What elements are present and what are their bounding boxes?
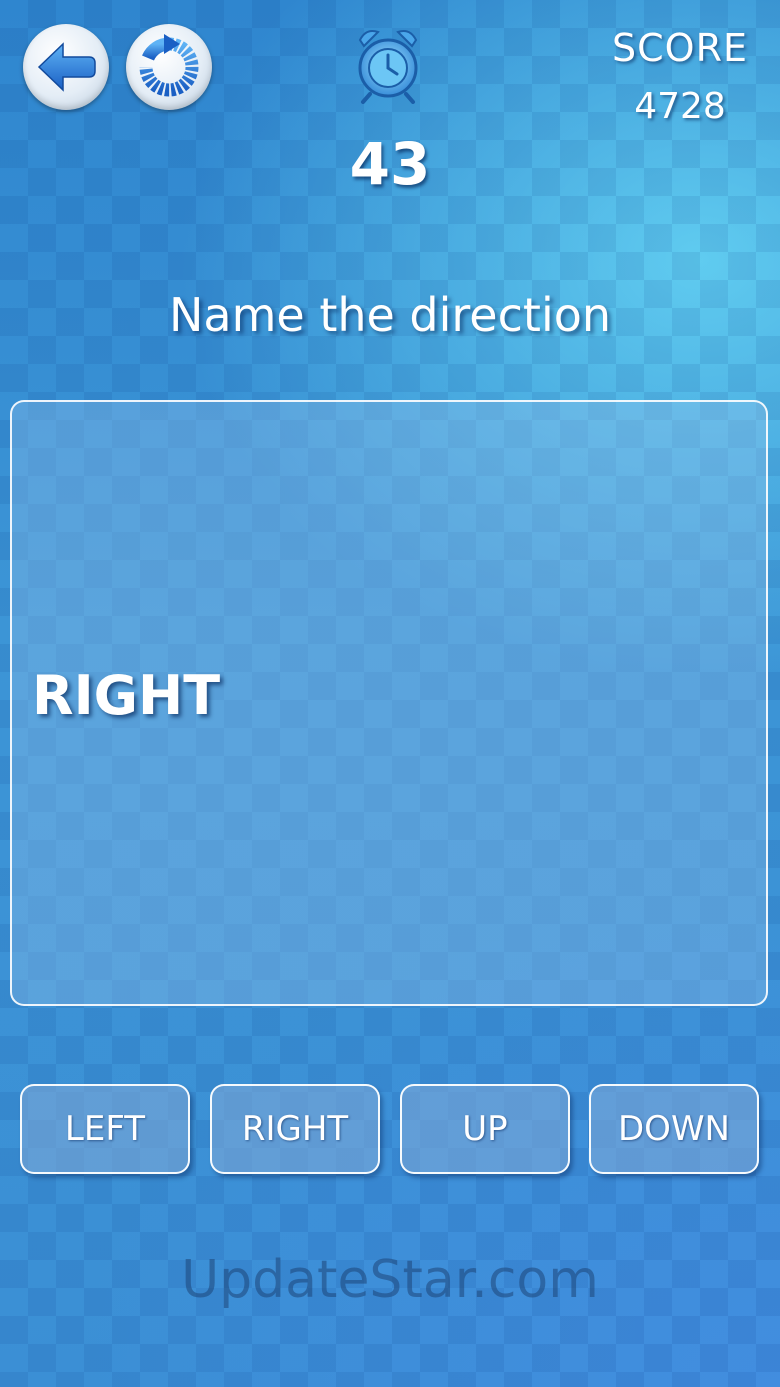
back-arrow-icon [37,42,96,92]
back-button[interactable] [23,24,109,110]
alarm-clock-icon [358,30,418,104]
timer-value: 43 [349,130,431,198]
answer-up-button[interactable]: UP [400,1084,570,1174]
restart-button[interactable] [126,24,212,110]
question-prompt: Name the direction [168,288,612,342]
direction-word: RIGHT [32,664,221,727]
answer-right-button[interactable]: RIGHT [210,1084,380,1174]
answer-down-button[interactable]: DOWN [589,1084,759,1174]
restart-icon [139,34,199,97]
score-value: 4728 [634,86,726,127]
score-label: SCORE [612,26,748,70]
play-area: RIGHT [10,400,768,1006]
watermark-text: UpdateStar.com [181,1250,599,1310]
answer-left-button[interactable]: LEFT [20,1084,190,1174]
